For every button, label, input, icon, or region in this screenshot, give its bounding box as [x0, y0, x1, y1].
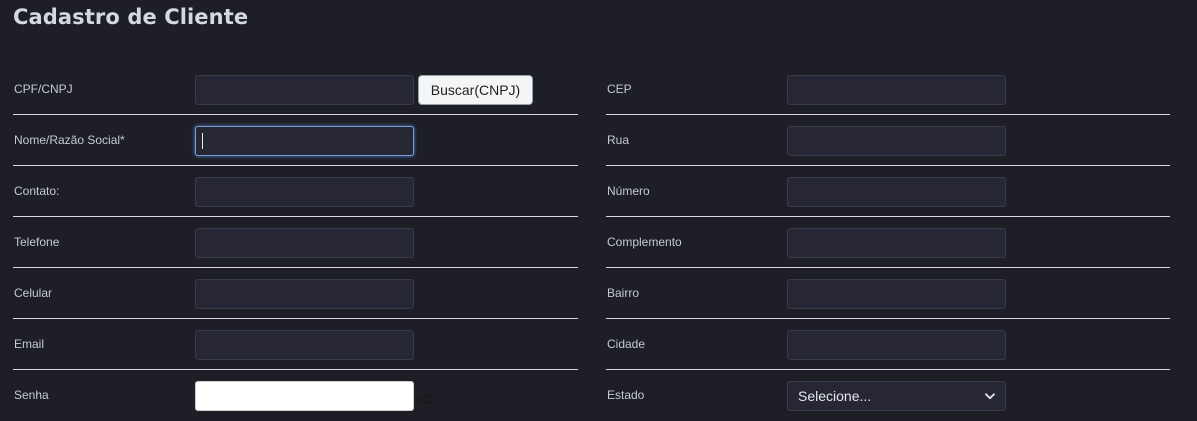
nome-razao-social-label: Nome/Razão Social*: [14, 133, 125, 147]
cep-label: CEP: [607, 82, 632, 96]
senha-label: Senha: [14, 388, 49, 402]
chevron-down-icon: [985, 392, 995, 400]
complemento-label: Complemento: [607, 235, 682, 249]
bairro-label: Bairro: [607, 286, 640, 300]
contato-input[interactable]: [195, 177, 414, 207]
estado-select-value: Selecione...: [798, 388, 872, 404]
form-row-cep: CEP: [606, 64, 1170, 115]
form-row-numero: Número: [606, 166, 1170, 217]
telefone-label: Telefone: [14, 235, 60, 249]
page-title: Cadastro de Cliente: [13, 5, 249, 29]
senha-input[interactable]: [195, 381, 414, 411]
celular-input[interactable]: [195, 279, 414, 309]
buscar-cnpj-button[interactable]: Buscar(CNPJ): [418, 75, 533, 105]
estado-select[interactable]: Selecione...: [787, 381, 1006, 411]
cpf-cnpj-label: CPF/CNPJ: [14, 82, 73, 96]
cidade-label: Cidade: [607, 337, 646, 351]
form-row-cidade: Cidade: [606, 319, 1170, 370]
email-input[interactable]: [195, 330, 414, 360]
cpf-cnpj-input[interactable]: [195, 75, 414, 105]
complemento-input[interactable]: [787, 228, 1006, 258]
form-row-bairro: Bairro: [606, 268, 1170, 319]
form-row-celular: Celular: [13, 268, 578, 319]
text-caret: [202, 133, 203, 149]
client-info-column: CPF/CNPJ Buscar(CNPJ) Nome/Razão Social*…: [13, 64, 578, 421]
cep-input[interactable]: [787, 75, 1006, 105]
form-row-cpf-cnpj: CPF/CNPJ Buscar(CNPJ): [13, 64, 578, 115]
form-row-rua: Rua: [606, 115, 1170, 166]
rua-input[interactable]: [787, 126, 1006, 156]
form-row-nome: Nome/Razão Social*: [13, 115, 578, 166]
form-row-telefone: Telefone: [13, 217, 578, 268]
numero-input[interactable]: [787, 177, 1006, 207]
address-column: CEP Rua Número Complemento Bairro Cidade…: [606, 64, 1170, 421]
form-row-estado: Estado Selecione...: [606, 370, 1170, 421]
email-label: Email: [14, 337, 45, 351]
nome-razao-social-input[interactable]: [195, 126, 414, 156]
rua-label: Rua: [607, 133, 630, 147]
bairro-input[interactable]: [787, 279, 1006, 309]
estado-label: Estado: [607, 388, 645, 402]
cidade-input[interactable]: [787, 330, 1006, 360]
form-row-contato: Contato:: [13, 166, 578, 217]
form-row-senha: Senha: [13, 370, 578, 421]
numero-label: Número: [607, 184, 650, 198]
eye-icon[interactable]: [417, 392, 437, 412]
telefone-input[interactable]: [195, 228, 414, 258]
form-row-email: Email: [13, 319, 578, 370]
celular-label: Celular: [14, 286, 53, 300]
contato-label: Contato:: [14, 184, 60, 198]
form-row-complemento: Complemento: [606, 217, 1170, 268]
